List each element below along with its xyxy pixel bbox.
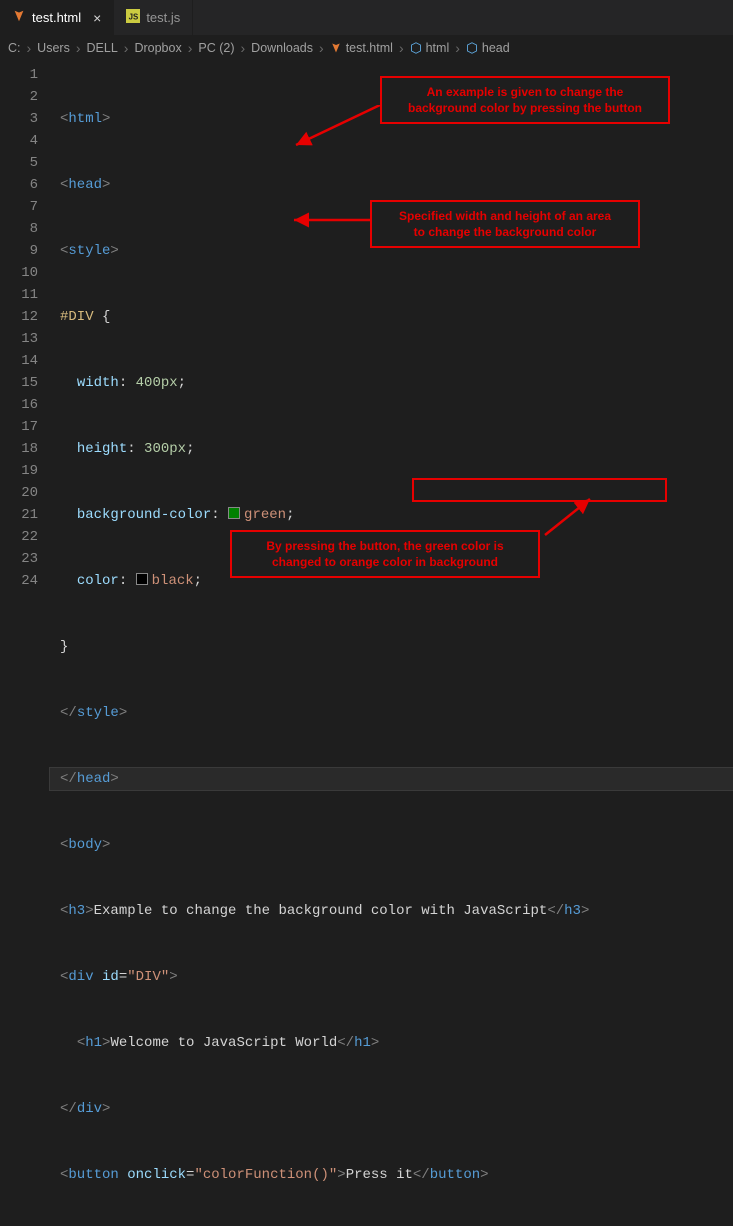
line-number: 24	[0, 570, 38, 592]
line-number: 1	[0, 64, 38, 86]
line-number: 10	[0, 262, 38, 284]
line-number: 4	[0, 130, 38, 152]
line-number: 19	[0, 460, 38, 482]
line-number: 16	[0, 394, 38, 416]
chevron-right-icon: ›	[27, 40, 32, 56]
tab-label: test.js	[146, 10, 180, 25]
html-file-icon	[330, 42, 342, 54]
chevron-right-icon: ›	[399, 40, 404, 56]
line-number: 18	[0, 438, 38, 460]
line-number: 15	[0, 372, 38, 394]
tab-test-js[interactable]: JS test.js	[114, 0, 193, 35]
line-number: 2	[0, 86, 38, 108]
line-number: 11	[0, 284, 38, 306]
editor-tabs: test.html × JS test.js	[0, 0, 733, 36]
chevron-right-icon: ›	[241, 40, 246, 56]
breadcrumb-segment[interactable]: html	[410, 41, 450, 55]
svg-text:JS: JS	[129, 13, 139, 22]
line-gutter: 1 2 3 4 5 6 7 8 9 10 11 12 13 14 15 16 1…	[0, 60, 50, 613]
cube-icon	[466, 42, 478, 54]
cube-icon	[410, 42, 422, 54]
html-file-icon	[12, 9, 26, 26]
breadcrumb-segment[interactable]: Downloads	[251, 41, 313, 55]
chevron-right-icon: ›	[188, 40, 193, 56]
chevron-right-icon: ›	[455, 40, 460, 56]
line-number: 17	[0, 416, 38, 438]
code-area[interactable]: <html> <head> <style> #DIV { width: 400p…	[50, 60, 733, 613]
line-number: 9	[0, 240, 38, 262]
line-number: 14	[0, 350, 38, 372]
chevron-right-icon: ›	[76, 40, 81, 56]
breadcrumb-segment[interactable]: C:	[8, 41, 21, 55]
tab-test-html[interactable]: test.html ×	[0, 0, 114, 35]
breadcrumb-segment[interactable]: DELL	[87, 41, 118, 55]
code-editor[interactable]: 1 2 3 4 5 6 7 8 9 10 11 12 13 14 15 16 1…	[0, 60, 733, 613]
breadcrumb-segment[interactable]: Dropbox	[134, 41, 181, 55]
color-swatch-icon	[228, 507, 240, 519]
close-icon[interactable]: ×	[93, 10, 101, 26]
line-number: 23	[0, 548, 38, 570]
line-number: 12	[0, 306, 38, 328]
line-number: 8	[0, 218, 38, 240]
breadcrumb: C: › Users › DELL › Dropbox › PC (2) › Downlo…	[0, 36, 733, 60]
annotation-highlight	[412, 478, 667, 502]
line-number: 6	[0, 174, 38, 196]
tab-label: test.html	[32, 10, 81, 25]
breadcrumb-segment[interactable]: head	[466, 41, 510, 55]
chevron-right-icon: ›	[124, 40, 129, 56]
line-number: 20	[0, 482, 38, 504]
line-number: 5	[0, 152, 38, 174]
line-number: 3	[0, 108, 38, 130]
chevron-right-icon: ›	[319, 40, 324, 56]
line-number: 21	[0, 504, 38, 526]
arrow-icon	[288, 210, 378, 230]
color-swatch-icon	[136, 573, 148, 585]
line-number: 7	[0, 196, 38, 218]
line-number: 13	[0, 328, 38, 350]
breadcrumb-segment[interactable]: PC (2)	[198, 41, 234, 55]
breadcrumb-segment[interactable]: test.html	[330, 41, 393, 55]
line-number: 22	[0, 526, 38, 548]
js-file-icon: JS	[126, 9, 140, 26]
breadcrumb-segment[interactable]: Users	[37, 41, 70, 55]
